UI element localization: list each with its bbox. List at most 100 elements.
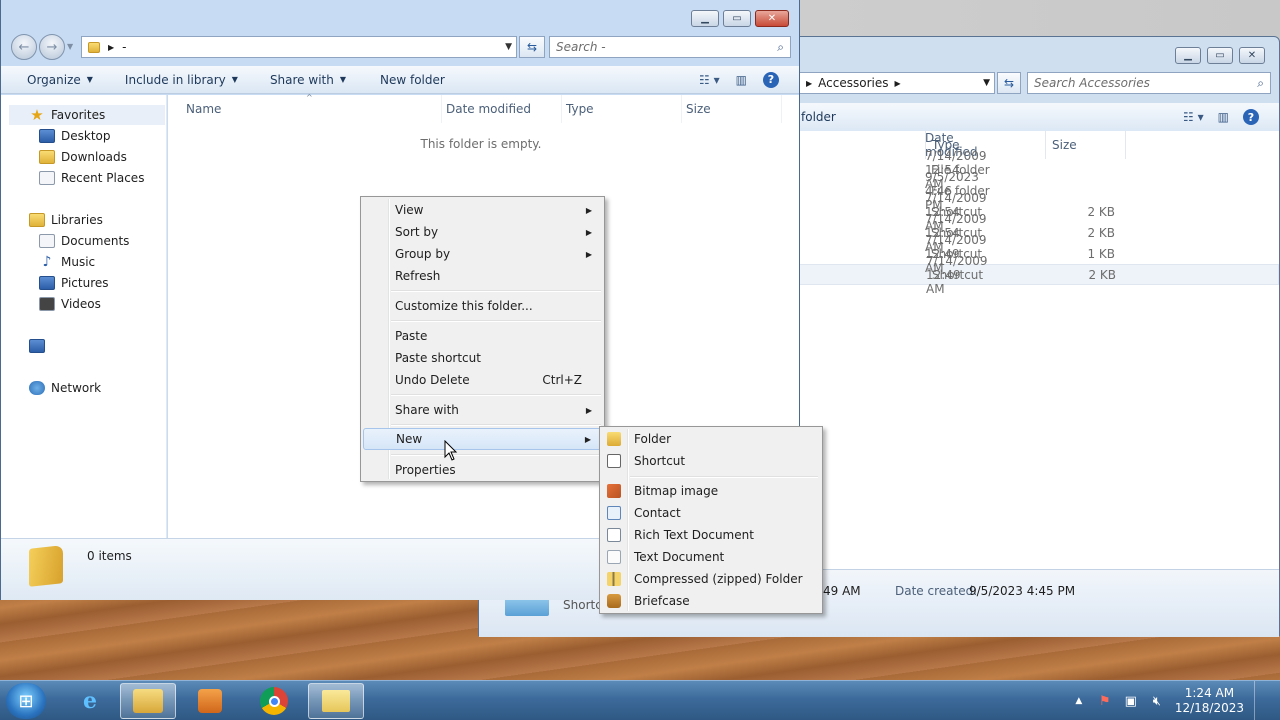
- menu-item-label: Paste: [395, 329, 428, 343]
- col-type[interactable]: Type: [562, 95, 682, 123]
- sidebar-item-downloads[interactable]: Downloads: [39, 147, 127, 167]
- address-text[interactable]: -: [122, 40, 126, 54]
- address-dropdown-icon[interactable]: ▼: [983, 78, 990, 88]
- start-button[interactable]: ⊞: [6, 683, 46, 719]
- recent-places-icon: [39, 171, 55, 185]
- menu-item-sort-by[interactable]: Sort by ▶: [363, 221, 602, 243]
- col-size[interactable]: Size: [682, 95, 782, 123]
- menu-item-properties[interactable]: Properties: [363, 459, 602, 481]
- refresh-button[interactable]: ⇆: [519, 36, 545, 58]
- preview-pane-icon[interactable]: ▥: [736, 73, 747, 87]
- view-options-icon[interactable]: ☷ ▾: [699, 73, 720, 87]
- downloads-folder-icon: [39, 150, 55, 164]
- back-search-input[interactable]: Search Accessories ⌕: [1027, 72, 1271, 94]
- sidebar-item-label: Network: [51, 381, 102, 395]
- view-options-icon[interactable]: ☷ ▾: [1183, 110, 1204, 124]
- minimize-button[interactable]: ▁: [691, 10, 719, 27]
- bitmap-icon: [607, 484, 621, 498]
- pictures-icon: [39, 276, 55, 290]
- taskbar-folder-window[interactable]: [308, 683, 364, 719]
- sidebar-item-pictures[interactable]: Pictures: [39, 273, 109, 293]
- help-icon[interactable]: ?: [763, 71, 779, 88]
- include-in-library-button[interactable]: Include in library ▼: [105, 66, 250, 93]
- menu-item-label: Rich Text Document: [634, 528, 754, 542]
- menu-separator: [391, 424, 601, 426]
- forward-button[interactable]: →: [39, 34, 65, 60]
- share-with-label: Share with: [269, 72, 334, 87]
- submenu-item-rich-text[interactable]: Rich Text Document: [602, 524, 820, 546]
- menu-item-label: Refresh: [395, 269, 441, 283]
- maximize-button[interactable]: ▭: [1207, 47, 1233, 64]
- preview-pane-icon[interactable]: ▥: [1218, 110, 1229, 124]
- show-desktop-button[interactable]: [1254, 681, 1264, 720]
- address-bar[interactable]: ▶ - ▼: [81, 36, 517, 58]
- network-status-icon[interactable]: ▣: [1123, 693, 1139, 709]
- sidebar-item-videos[interactable]: Videos: [39, 294, 101, 314]
- submenu-item-bitmap[interactable]: Bitmap image: [602, 480, 820, 502]
- menu-item-new[interactable]: New ▶: [363, 428, 602, 450]
- sidebar-item-music[interactable]: ♪ Music: [39, 252, 96, 272]
- organize-button[interactable]: Organize ▼: [1, 66, 105, 93]
- back-new-folder-button[interactable]: folder: [801, 110, 836, 124]
- menu-item-label: Customize this folder...: [395, 299, 533, 313]
- submenu-item-contact[interactable]: Contact: [602, 502, 820, 524]
- maximize-button[interactable]: ▭: [723, 10, 751, 27]
- minimize-button[interactable]: ▁: [1175, 47, 1201, 64]
- item-count: 0 items: [87, 549, 132, 563]
- col-size[interactable]: Size: [1046, 131, 1126, 159]
- col-date-modified[interactable]: Date modified: [442, 95, 562, 123]
- sidebar-item-desktop[interactable]: Desktop: [39, 126, 111, 146]
- chevron-down-icon: ▼: [339, 75, 346, 84]
- menu-item-label: Undo Delete: [395, 373, 470, 387]
- submenu-arrow-icon: ▶: [584, 434, 591, 444]
- back-button[interactable]: ←: [11, 34, 37, 60]
- sidebar-item-network[interactable]: Network: [29, 378, 101, 398]
- menu-item-group-by[interactable]: Group by ▶: [363, 243, 602, 265]
- back-address-bar[interactable]: ▶ Accessories ▶ ▼: [799, 72, 995, 94]
- breadcrumb-accessories[interactable]: Accessories: [818, 76, 888, 90]
- menu-item-label: Properties: [395, 463, 456, 477]
- submenu-item-text-document[interactable]: Text Document: [602, 546, 820, 568]
- submenu-item-folder[interactable]: Folder: [602, 428, 820, 450]
- close-button[interactable]: ✕: [755, 10, 789, 27]
- col-name[interactable]: Name: [168, 95, 442, 123]
- help-icon[interactable]: ?: [1243, 109, 1259, 125]
- search-placeholder: Search -: [556, 40, 606, 54]
- sidebar-item-recent-places[interactable]: Recent Places: [39, 168, 144, 188]
- close-button[interactable]: ✕: [1239, 47, 1265, 64]
- sidebar-item-favorites[interactable]: ★ Favorites: [9, 105, 165, 125]
- volume-muted-icon[interactable]: 🔇︎: [1149, 693, 1165, 709]
- share-with-button[interactable]: Share with ▼: [250, 66, 358, 93]
- menu-item-undo-delete[interactable]: Undo Delete Ctrl+Z: [363, 369, 602, 391]
- menu-item-view[interactable]: View ▶: [363, 199, 602, 221]
- submenu-item-shortcut[interactable]: Shortcut: [602, 450, 820, 472]
- zipped-folder-icon: [607, 572, 621, 586]
- column-headers: Name Date modified Type Size: [168, 95, 790, 123]
- menu-item-customize-folder[interactable]: Customize this folder...: [363, 295, 602, 317]
- search-input[interactable]: Search - ⌕: [549, 36, 791, 58]
- submenu-arrow-icon: ▶: [585, 205, 592, 215]
- menu-item-refresh[interactable]: Refresh: [363, 265, 602, 287]
- menu-item-share-with[interactable]: Share with ▶: [363, 399, 602, 421]
- show-hidden-icons-icon[interactable]: ▲: [1071, 693, 1087, 709]
- menu-item-label: Compressed (zipped) Folder: [634, 572, 803, 586]
- sidebar-item-label: Favorites: [51, 108, 106, 122]
- sidebar-item-computer[interactable]: [29, 336, 45, 356]
- sidebar-item-libraries[interactable]: Libraries: [29, 210, 103, 230]
- submenu-item-zipped-folder[interactable]: Compressed (zipped) Folder: [602, 568, 820, 590]
- new-folder-button[interactable]: New folder: [358, 66, 457, 93]
- sidebar-item-documents[interactable]: Documents: [39, 231, 129, 251]
- taskbar-media-player[interactable]: [182, 683, 238, 719]
- back-refresh-button[interactable]: ⇆: [997, 72, 1021, 94]
- clock[interactable]: 1:24 AM 12/18/2023: [1175, 686, 1244, 716]
- action-center-icon[interactable]: ⚑: [1097, 693, 1113, 709]
- menu-item-paste[interactable]: Paste: [363, 325, 602, 347]
- recent-pages-dropdown-icon[interactable]: ▼: [67, 42, 73, 51]
- address-dropdown-icon[interactable]: ▼: [505, 42, 512, 52]
- taskbar-windows-explorer[interactable]: [120, 683, 176, 719]
- submenu-item-briefcase[interactable]: Briefcase: [602, 590, 820, 612]
- taskbar-internet-explorer[interactable]: e: [62, 683, 118, 719]
- menu-item-paste-shortcut[interactable]: Paste shortcut: [363, 347, 602, 369]
- taskbar-chrome[interactable]: [246, 683, 302, 719]
- table-row[interactable]: 7/14/2009 12:49 AM Shortcut 2 KB: [799, 254, 1279, 296]
